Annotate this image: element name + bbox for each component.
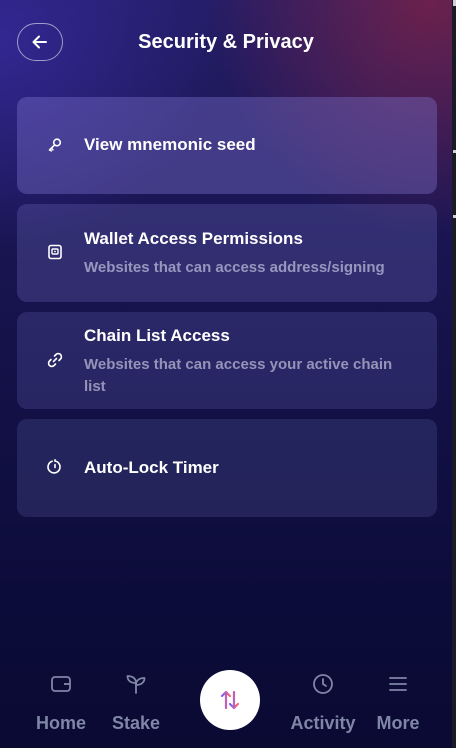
timer-icon <box>46 458 64 476</box>
wallet-icon <box>46 243 64 261</box>
nav-activity[interactable]: Activity <box>286 660 360 748</box>
nav-label: Home <box>35 713 86 733</box>
swap-arrows-icon <box>220 690 240 710</box>
key-icon <box>46 136 64 154</box>
app-window: Security & Privacy View mnemonic seed Wa… <box>0 0 452 748</box>
chain-list-access-item[interactable]: Chain List Access Websites that can acce… <box>17 312 437 409</box>
wallet-access-permissions-item[interactable]: Wallet Access Permissions Websites that … <box>17 204 437 302</box>
link-icon <box>46 351 64 369</box>
setting-title: Chain List Access <box>84 326 230 345</box>
swap-button[interactable] <box>200 670 260 730</box>
bottom-nav: Home Stake Activity More <box>0 660 452 748</box>
setting-description: Websites that can access address/signing <box>84 259 385 276</box>
setting-title: Wallet Access Permissions <box>84 229 303 248</box>
setting-description: Websites that can access your active cha… <box>84 356 393 395</box>
view-mnemonic-seed-item[interactable]: View mnemonic seed <box>17 97 437 194</box>
nav-stake[interactable]: Stake <box>104 660 168 748</box>
setting-title: View mnemonic seed <box>84 135 256 154</box>
arrow-left-icon <box>32 35 47 49</box>
nav-more[interactable]: More <box>370 660 426 748</box>
window-edge <box>452 0 456 748</box>
menu-icon <box>389 677 407 691</box>
page-title: Security & Privacy <box>138 31 314 53</box>
auto-lock-timer-item[interactable]: Auto-Lock Timer <box>17 419 437 517</box>
clock-icon <box>313 674 333 694</box>
sprout-icon <box>126 675 146 694</box>
nav-label: Stake <box>111 713 161 733</box>
setting-title: Auto-Lock Timer <box>84 458 219 477</box>
nav-home[interactable]: Home <box>28 660 94 748</box>
back-button[interactable] <box>17 23 63 61</box>
nav-label: More <box>376 713 420 733</box>
header: Security & Privacy <box>0 0 452 88</box>
wallet-icon <box>51 676 71 692</box>
nav-label: Activity <box>290 713 356 733</box>
